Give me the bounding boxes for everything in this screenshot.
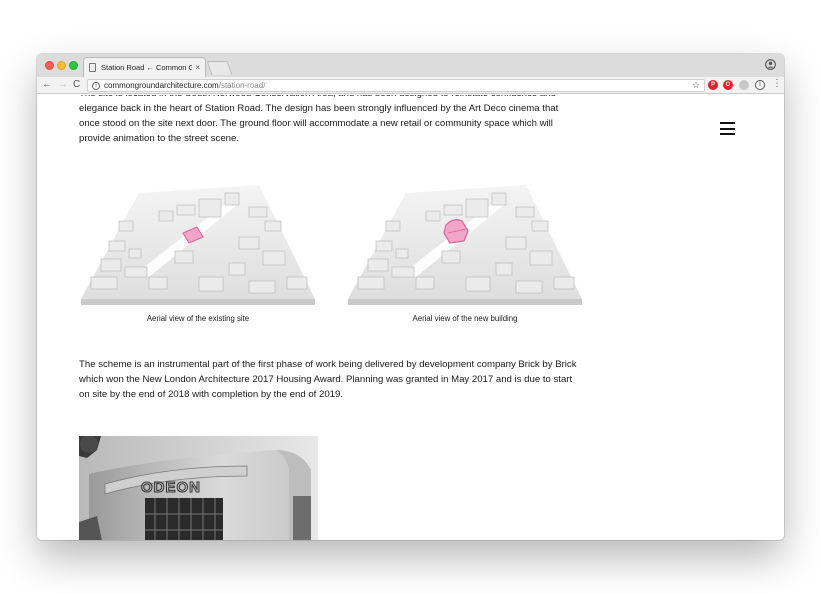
zoom-window-button[interactable] (69, 61, 78, 70)
page-content: The site is located in the South Norwood… (37, 95, 784, 540)
browser-menu-icon[interactable]: ⋮ (772, 78, 782, 89)
close-window-button[interactable] (45, 61, 54, 70)
odeon-sign: ODEON (141, 479, 201, 496)
reload-button[interactable]: C (73, 79, 80, 91)
bookmark-star-icon[interactable]: ☆ (692, 80, 700, 91)
url-domain: commongroundarchitecture.com (104, 81, 219, 90)
extension-icon[interactable] (739, 80, 749, 90)
figure-caption-new: Aerial view of the new building (412, 314, 518, 323)
new-tab-button[interactable] (206, 61, 233, 75)
browser-tab[interactable]: Station Road ← Common Gro × (83, 57, 206, 77)
intro-paragraph: The site is located in the South Norwood… (79, 95, 559, 144)
back-button[interactable]: ← (42, 79, 52, 91)
figure-new-building: Aerial view of the new building (346, 181, 584, 323)
odeon-cinema-photo: ODEON (79, 436, 318, 540)
aerial-existing-image (81, 185, 315, 305)
page-icon (89, 63, 96, 72)
figure-caption-existing: Aerial view of the existing site (146, 314, 250, 323)
site-info-icon[interactable]: i (92, 81, 100, 90)
aerial-new-building-image (348, 185, 582, 305)
tab-title: Station Road ← Common Gro (101, 63, 193, 72)
scheme-paragraph: The scheme is an instrumental part of th… (79, 359, 577, 400)
tab-strip: Station Road ← Common Gro × (37, 54, 784, 77)
tab-close-icon[interactable]: × (195, 63, 200, 72)
url-path: /station-road/ (218, 81, 266, 90)
browser-window: Station Road ← Common Gro × ← → C i comm… (37, 54, 784, 540)
toolbar: ← → C i commongroundarchitecture.com/sta… (37, 77, 784, 94)
forward-button[interactable]: → (58, 79, 68, 91)
profile-icon[interactable] (765, 59, 776, 70)
opera-icon[interactable]: O (723, 80, 733, 90)
address-bar[interactable]: i commongroundarchitecture.com/station-r… (87, 79, 705, 92)
pinterest-icon[interactable]: P (708, 80, 718, 90)
info-icon[interactable]: i (755, 80, 765, 90)
figure-existing-site: Aerial view of the existing site (79, 181, 317, 323)
hamburger-menu-icon[interactable] (720, 122, 735, 135)
url-text: commongroundarchitecture.com/station-roa… (104, 81, 265, 90)
minimize-window-button[interactable] (57, 61, 66, 70)
